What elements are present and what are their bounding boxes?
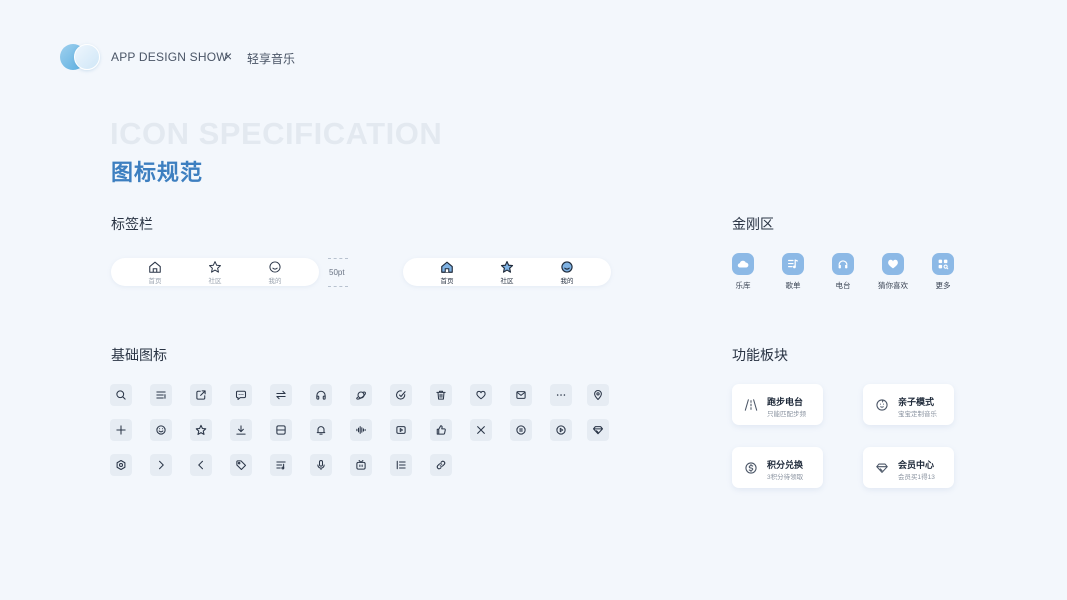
- more-grid-icon: [938, 259, 949, 270]
- tab-home-active[interactable]: 首页: [427, 260, 467, 285]
- card-title: 跑步电台: [767, 397, 804, 407]
- chevron-left-icon[interactable]: [190, 454, 212, 476]
- section-title-basic: 基础图标: [111, 347, 167, 363]
- card-title: 积分兑换: [767, 460, 804, 470]
- card-subtitle: 只能匹配步频: [767, 411, 806, 418]
- star-icon: [209, 260, 221, 273]
- tab-community[interactable]: 社区: [195, 260, 235, 285]
- download-icon[interactable]: [230, 419, 252, 441]
- settings-icon[interactable]: [110, 454, 132, 476]
- header-brand: 轻享音乐: [247, 52, 296, 66]
- home-icon: [149, 261, 161, 273]
- tab-mine-active[interactable]: 我的: [547, 260, 587, 285]
- queue-icon[interactable]: [270, 454, 292, 476]
- numbered-list-icon[interactable]: [390, 454, 412, 476]
- tab-home[interactable]: 首页: [135, 260, 175, 285]
- edit-check-icon[interactable]: [390, 384, 412, 406]
- location-icon[interactable]: [587, 384, 609, 406]
- video-icon[interactable]: [390, 419, 412, 441]
- title-cn: 图标规范: [111, 160, 204, 185]
- tab-community-active[interactable]: 社区: [487, 260, 527, 285]
- tv-icon[interactable]: [350, 454, 372, 476]
- title-en: ICON SPECIFICATION: [110, 116, 443, 151]
- more-icon[interactable]: [550, 384, 572, 406]
- link-icon[interactable]: [430, 454, 452, 476]
- scan-icon[interactable]: [270, 419, 292, 441]
- smile-icon[interactable]: [150, 419, 172, 441]
- kingkong-label: 更多: [935, 281, 951, 290]
- coin-icon: [745, 462, 757, 474]
- comment-icon[interactable]: [230, 384, 252, 406]
- tab-label: 首页: [440, 277, 454, 285]
- tabbar-outline: 首页 社区 我的: [111, 258, 319, 286]
- tab-label: 我的: [268, 277, 282, 285]
- section-title-kingkong: 金刚区: [732, 216, 774, 232]
- function-card-kids-mode[interactable]: 亲子模式 宝宝定制音乐: [863, 384, 954, 425]
- switch-icon[interactable]: [270, 384, 292, 406]
- function-card-points-exchange[interactable]: 积分兑换 3积分待领取: [732, 447, 823, 488]
- tab-label: 我的: [560, 277, 574, 285]
- heart-icon: [888, 259, 898, 269]
- kingkong-label: 猜你喜欢: [878, 281, 908, 290]
- chevron-right-icon[interactable]: [150, 454, 172, 476]
- play-icon[interactable]: [550, 419, 572, 441]
- tabbar-filled: 首页 社区 我的: [403, 258, 611, 286]
- planet-icon[interactable]: [350, 384, 372, 406]
- tag-icon[interactable]: [230, 454, 252, 476]
- tab-label: 社区: [500, 277, 514, 285]
- card-title: 会员中心: [898, 460, 935, 470]
- kingkong-library[interactable]: 乐库: [723, 253, 763, 291]
- section-title-function: 功能板块: [732, 347, 788, 363]
- star-icon[interactable]: [190, 419, 212, 441]
- road-icon: [744, 399, 758, 411]
- close-icon[interactable]: [470, 419, 492, 441]
- header-separator: ×: [224, 48, 233, 64]
- diamond-icon[interactable]: [587, 419, 609, 441]
- kingkong-label: 电台: [835, 281, 851, 290]
- tab-label: 社区: [208, 277, 222, 285]
- heart-icon[interactable]: [470, 384, 492, 406]
- baby-icon: [876, 399, 888, 411]
- tabbar-height-spec: 50pt: [328, 258, 348, 287]
- star-filled-icon: [500, 260, 514, 273]
- kingkong-more[interactable]: 更多: [923, 253, 963, 291]
- card-subtitle: 宝宝定制音乐: [898, 411, 937, 418]
- plus-icon[interactable]: [110, 419, 132, 441]
- waveform-icon[interactable]: [350, 419, 372, 441]
- tab-mine[interactable]: 我的: [255, 260, 295, 285]
- smile-icon: [269, 260, 281, 273]
- radio-icon: [838, 260, 848, 269]
- kingkong-playlist[interactable]: 歌单: [773, 253, 813, 291]
- mail-icon[interactable]: [510, 384, 532, 406]
- microphone-icon[interactable]: [310, 454, 332, 476]
- tab-label: 首页: [148, 277, 162, 285]
- header-show-text: APP DESIGN SHOW: [111, 50, 228, 64]
- home-filled-icon: [441, 261, 453, 273]
- cloud-icon: [737, 260, 749, 268]
- section-title-tabbar: 标签栏: [111, 216, 153, 232]
- headphones-icon[interactable]: [310, 384, 332, 406]
- smile-filled-icon: [561, 260, 573, 273]
- card-subtitle: 3积分待领取: [767, 474, 804, 481]
- diamond-icon: [876, 463, 888, 473]
- brand-logo: [60, 44, 102, 70]
- function-card-member-center[interactable]: 会员中心 会员买1得13: [863, 447, 954, 488]
- kingkong-label: 歌单: [785, 281, 801, 290]
- kingkong-radio[interactable]: 电台: [823, 253, 863, 291]
- list-icon[interactable]: [150, 384, 172, 406]
- function-card-running-radio[interactable]: 跑步电台 只能匹配步频: [732, 384, 823, 425]
- spec-label: 50pt: [329, 268, 345, 277]
- trash-icon[interactable]: [430, 384, 452, 406]
- bell-icon[interactable]: [310, 419, 332, 441]
- share-icon[interactable]: [190, 384, 212, 406]
- card-subtitle: 会员买1得13: [898, 474, 935, 481]
- kingkong-guess-like[interactable]: 猜你喜欢: [873, 253, 913, 291]
- thumbs-up-icon[interactable]: [430, 419, 452, 441]
- search-icon[interactable]: [110, 384, 132, 406]
- pause-icon[interactable]: [510, 419, 532, 441]
- card-title: 亲子模式: [898, 397, 935, 407]
- kingkong-label: 乐库: [735, 281, 751, 290]
- playlist-icon: [788, 259, 798, 269]
